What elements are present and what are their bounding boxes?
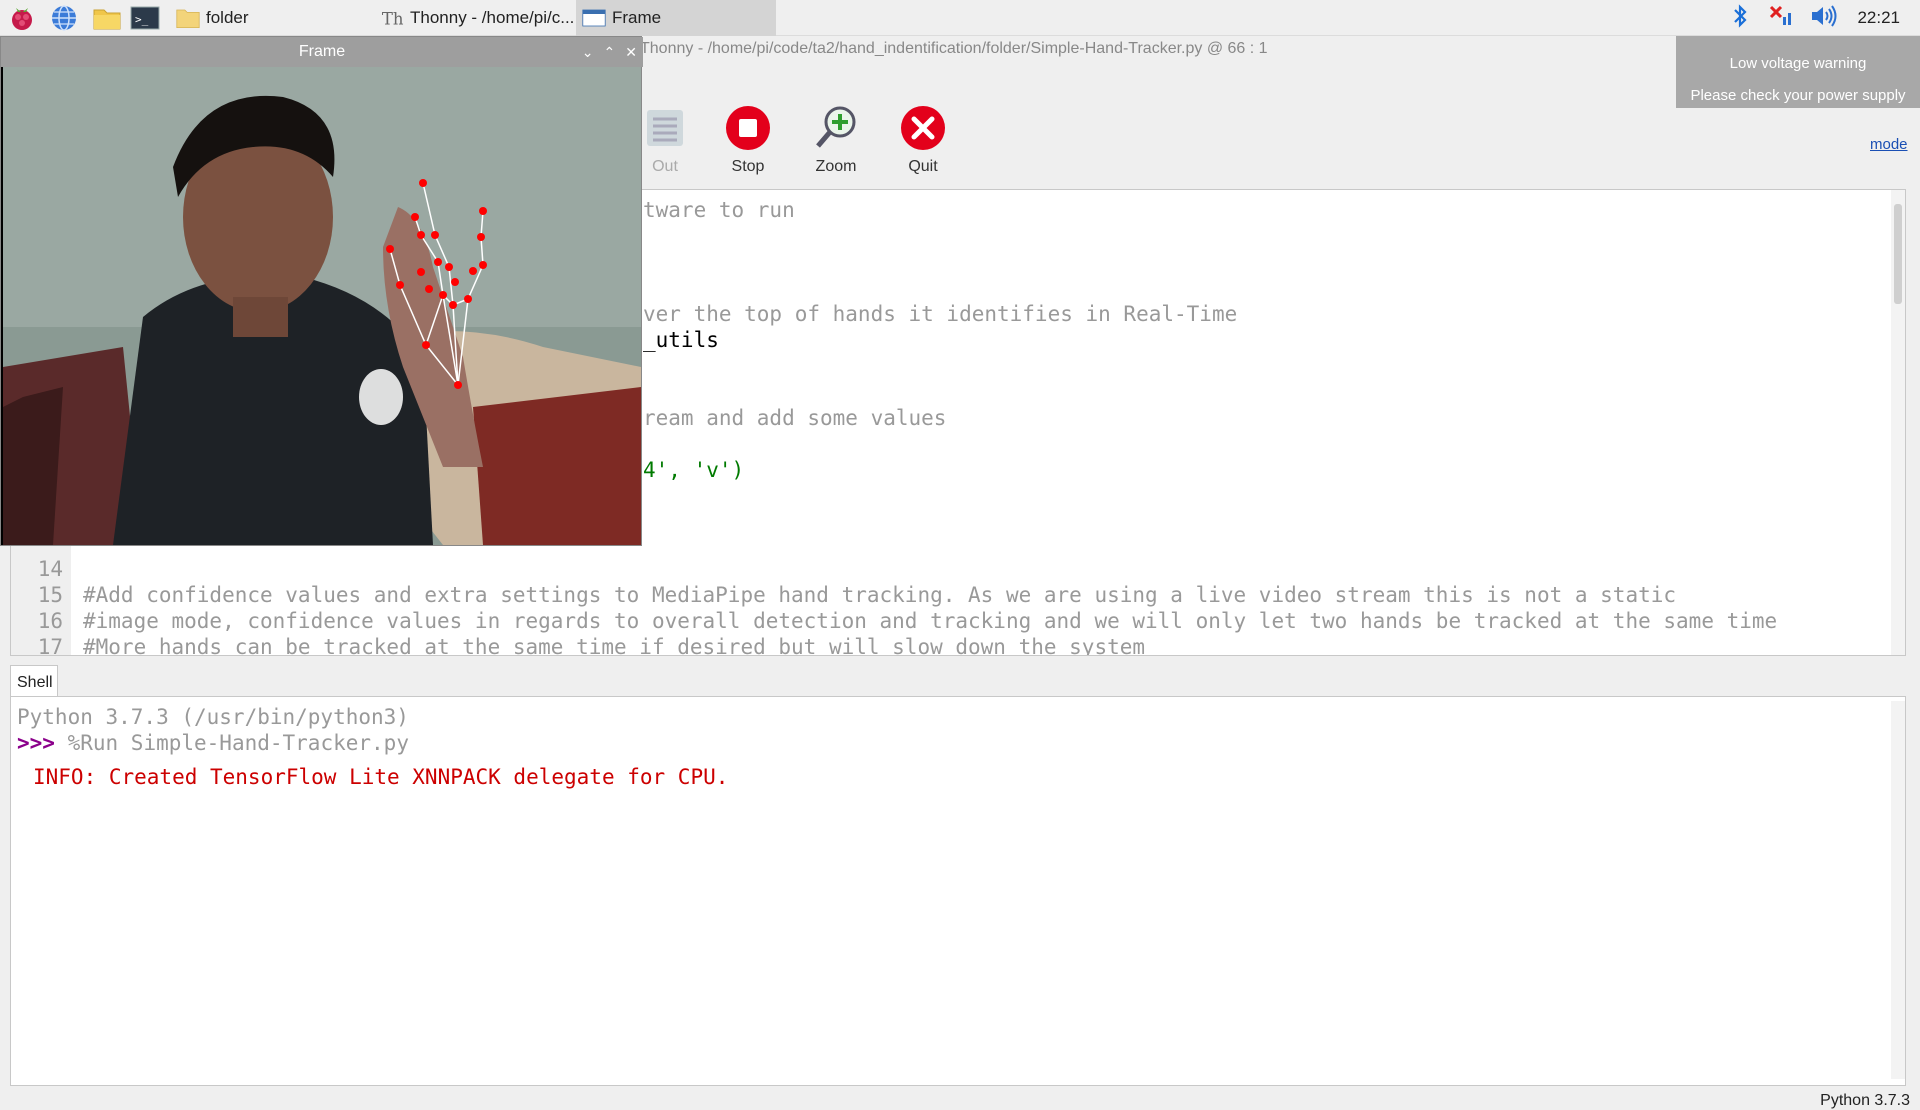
thonny-icon: Th bbox=[382, 9, 404, 28]
low-voltage-notification[interactable]: Low voltage warning Please check your po… bbox=[1676, 36, 1920, 108]
svg-text:>_: >_ bbox=[135, 13, 149, 26]
quit-button[interactable]: Quit bbox=[888, 104, 958, 176]
editor-scrollbar[interactable] bbox=[1891, 190, 1905, 655]
task-label: Thonny - /home/pi/c... bbox=[410, 8, 574, 27]
task-frame[interactable]: Frame bbox=[576, 0, 776, 36]
tool-label: Zoom bbox=[815, 158, 857, 175]
notification-body: Please check your power supply bbox=[1690, 87, 1906, 104]
code-line: 17 with handsModule.Hands(static_image_m… bbox=[11, 608, 87, 655]
scrollbar-thumb[interactable] bbox=[1894, 204, 1902, 304]
shell-command: %Run Simple-Hand-Tracker.py bbox=[67, 731, 409, 755]
svg-text:Th: Th bbox=[382, 9, 404, 28]
tab-shell[interactable]: Shell bbox=[10, 665, 58, 697]
frame-title: Frame bbox=[298, 43, 346, 60]
terminal-icon[interactable]: >_ bbox=[130, 4, 160, 32]
step-out-icon bbox=[641, 104, 689, 152]
menu-chevron-icon[interactable]: ⌄ bbox=[582, 37, 594, 67]
switch-mode-link[interactable]: mode bbox=[1870, 136, 1908, 153]
close-icon[interactable]: ✕ bbox=[625, 37, 637, 67]
zoom-button[interactable]: Zoom bbox=[801, 104, 871, 176]
bluetooth-icon[interactable] bbox=[1731, 3, 1749, 34]
camera-feed bbox=[3, 67, 641, 545]
quit-icon bbox=[899, 104, 947, 152]
zoom-icon bbox=[812, 104, 860, 152]
shell-command-line: >>> %Run Simple-Hand-Tracker.py bbox=[17, 731, 409, 755]
shell-version-line: Python 3.7.3 (/usr/bin/python3) bbox=[17, 705, 409, 729]
frame-title-bar[interactable]: Frame ⌄ ⌃ ✕ bbox=[1, 37, 643, 67]
shell-info-message: INFO: Created TensorFlow Lite XNNPACK de… bbox=[33, 765, 729, 789]
network-disconnected-icon[interactable] bbox=[1767, 3, 1795, 34]
shell-panel[interactable]: Python 3.7.3 (/usr/bin/python3) >>> %Run… bbox=[10, 696, 1906, 1086]
tool-label: Out bbox=[652, 158, 678, 175]
task-label: Frame bbox=[612, 8, 662, 27]
file-manager-icon[interactable] bbox=[92, 4, 121, 32]
system-tray: 22:21 bbox=[1731, 0, 1920, 36]
line-text: #More hands can be tracked at the same t… bbox=[83, 635, 1146, 656]
code-line: 16 #More hands can be tracked at the sam… bbox=[11, 582, 1145, 655]
hand-landmarks-overlay bbox=[386, 179, 487, 389]
window-icon bbox=[582, 9, 606, 27]
task-thonny[interactable]: Th Thonny - /home/pi/c... bbox=[374, 0, 574, 36]
raspberry-menu-icon[interactable] bbox=[8, 4, 36, 32]
maximize-icon[interactable]: ⌃ bbox=[604, 37, 616, 67]
volume-icon[interactable] bbox=[1809, 3, 1839, 34]
task-folder[interactable]: folder bbox=[170, 0, 370, 36]
task-label: folder bbox=[206, 8, 249, 27]
clock[interactable]: 22:21 bbox=[1857, 8, 1900, 28]
notification-title: Low voltage warning bbox=[1729, 55, 1867, 72]
status-bar-interpreter[interactable]: Python 3.7.3 bbox=[1820, 1092, 1910, 1110]
tool-label: Quit bbox=[908, 158, 938, 175]
frame-window[interactable]: Frame ⌄ ⌃ ✕ bbox=[0, 36, 643, 546]
stop-icon bbox=[724, 104, 772, 152]
shell-prompt: >>> bbox=[17, 731, 55, 755]
shell-scrollbar[interactable] bbox=[1891, 701, 1905, 1079]
taskbar: >_ folder Th Thonny - /home/pi/c... Fram… bbox=[0, 0, 1920, 36]
line-text: #image mode, confidence values in regard… bbox=[83, 609, 1778, 633]
code-line: 18 bbox=[11, 634, 87, 655]
window-title: Thonny - /home/pi/code/ta2/hand_indentif… bbox=[640, 40, 1268, 57]
browser-globe-icon[interactable] bbox=[50, 4, 78, 32]
tool-label: Stop bbox=[731, 158, 765, 175]
line-text: #Add confidence values and extra setting… bbox=[83, 583, 1677, 607]
stop-button[interactable]: Stop bbox=[713, 104, 783, 176]
code-line: 15 #image mode, confidence values in reg… bbox=[11, 556, 1777, 633]
folder-icon bbox=[176, 9, 200, 28]
